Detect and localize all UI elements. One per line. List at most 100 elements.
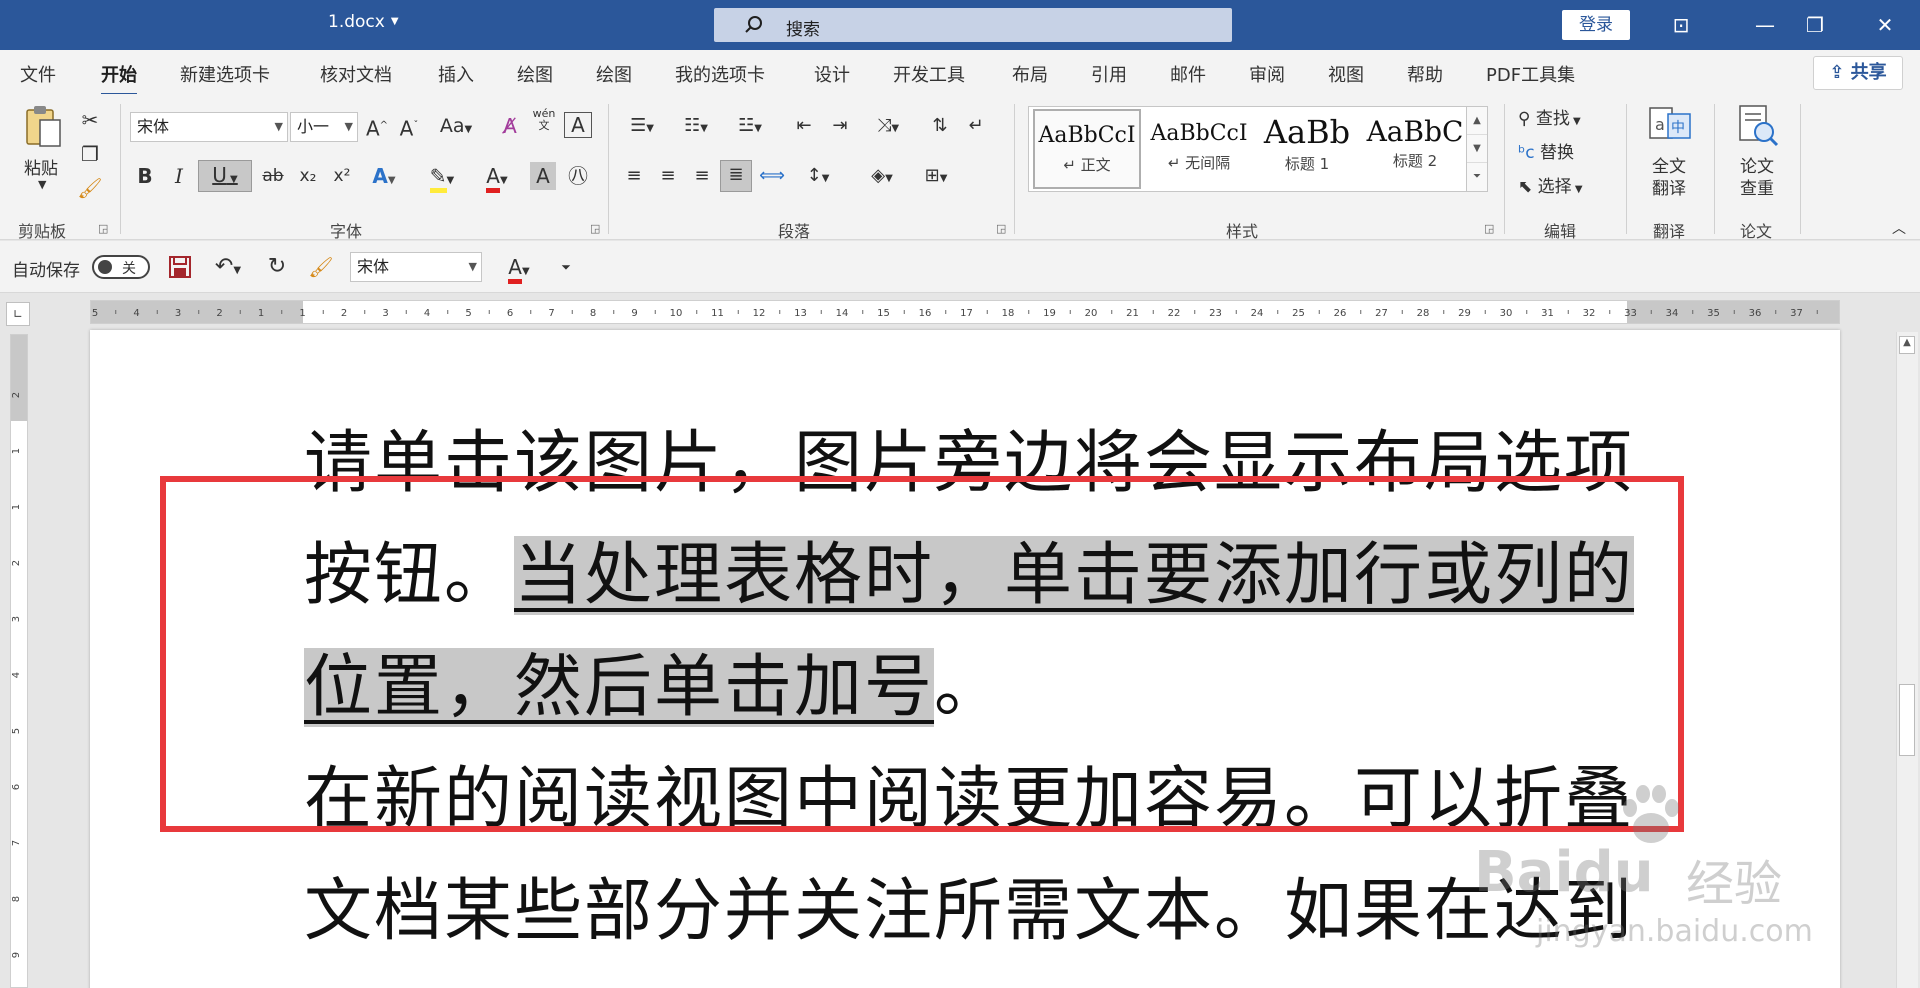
tab-design[interactable]: 设计 — [814, 61, 850, 87]
paste-icon[interactable] — [24, 104, 64, 150]
format-painter-icon[interactable]: 🖌 — [306, 253, 336, 281]
change-case-icon[interactable]: Aa▼ — [436, 112, 476, 140]
scroll-thumb[interactable] — [1899, 684, 1915, 756]
distributed-icon[interactable]: ⟺ — [758, 162, 786, 190]
tab-insert[interactable]: 插入 — [438, 61, 474, 87]
style-heading-1[interactable]: AaBb 标题 1 — [1253, 109, 1361, 189]
qat-font-dropdown[interactable]: 宋体 ▼ — [350, 252, 482, 282]
tab-draw-1[interactable]: 绘图 — [517, 61, 553, 87]
vertical-scrollbar[interactable]: ▲ — [1896, 332, 1918, 988]
highlight-color-icon[interactable]: ✎▼ — [418, 162, 466, 193]
styles-more-icon[interactable]: ⏷ — [1467, 163, 1487, 191]
text-effects-icon[interactable]: A▼ — [364, 162, 404, 190]
tab-selector-icon[interactable]: ∟ — [6, 302, 30, 326]
style-normal[interactable]: AaBbCcI ↵ 正文 — [1033, 109, 1141, 189]
redo-icon[interactable]: ↻ — [262, 253, 292, 281]
paste-chevron-icon[interactable]: ▼ — [38, 178, 46, 191]
align-left-icon[interactable]: ≡ — [620, 162, 648, 190]
document-title[interactable]: 1.docx ▼ — [328, 12, 399, 32]
borders-icon[interactable]: ⊞▼ — [914, 162, 958, 190]
tab-references[interactable]: 引用 — [1091, 61, 1127, 87]
ribbon-display-options-icon[interactable]: ⊡ — [1666, 10, 1696, 40]
paste-label[interactable]: 粘贴 — [24, 154, 58, 179]
tab-help[interactable]: 帮助 — [1407, 61, 1443, 87]
shading-icon[interactable]: ◈▼ — [860, 162, 904, 190]
style-heading-2[interactable]: AaBbC 标题 2 — [1361, 109, 1469, 189]
close-icon[interactable]: ✕ — [1870, 10, 1900, 40]
horizontal-ruler[interactable]: 5 4 3 2 1 1 2 3 4 5 6 7 8 9 10 11 12 13 14 15 16 17 18 19 20 21 22… — [90, 300, 1840, 324]
align-right-icon[interactable]: ≡ — [688, 162, 716, 190]
italic-button[interactable]: I — [166, 162, 192, 190]
tab-home[interactable]: 开始 — [101, 61, 137, 96]
font-color-icon[interactable]: A▼ — [474, 162, 520, 193]
underline-button[interactable]: U ▼ — [198, 160, 252, 192]
replace-button[interactable]: ᵇc 替换 — [1518, 138, 1574, 163]
qat-font-color-icon[interactable]: A▼ — [496, 253, 542, 284]
character-shading-icon[interactable]: A — [530, 162, 556, 190]
thesis-label-line2[interactable]: 查重 — [1740, 174, 1774, 199]
bullets-icon[interactable]: ☰▼ — [620, 112, 664, 140]
strikethrough-button[interactable]: ab — [258, 162, 288, 190]
align-center-icon[interactable]: ≡ — [654, 162, 682, 190]
sort-icon[interactable]: ⇅ — [926, 112, 954, 140]
format-painter-icon[interactable]: 🖌 — [76, 174, 104, 202]
decrease-indent-icon[interactable]: ⇤ — [790, 112, 818, 140]
tab-draw-2[interactable]: 绘图 — [596, 61, 632, 87]
character-border-icon[interactable]: A — [564, 112, 592, 138]
tab-my-tab[interactable]: 我的选项卡 — [675, 61, 765, 87]
customize-qat-icon[interactable]: ⏷ — [556, 253, 576, 281]
select-button[interactable]: ⬉ 选择 ▼ — [1518, 172, 1583, 197]
subscript-button[interactable]: x₂ — [294, 162, 322, 190]
show-marks-icon[interactable]: ↵ — [962, 112, 990, 140]
font-launcher-icon[interactable]: ◲ — [590, 222, 600, 235]
undo-icon[interactable]: ↶▼ — [208, 253, 248, 281]
clipboard-launcher-icon[interactable]: ◲ — [98, 222, 108, 235]
style-no-spacing[interactable]: AaBbCcI ↵ 无间隔 — [1145, 109, 1253, 189]
login-button[interactable]: 登录 — [1562, 10, 1630, 40]
vertical-ruler[interactable]: 2 1 1 2 3 4 5 6 7 8 9 — [10, 334, 28, 988]
multilevel-list-icon[interactable]: ☳▼ — [728, 112, 772, 140]
font-name-dropdown[interactable]: 宋体 ▼ — [130, 112, 288, 142]
autosave-toggle[interactable]: 关 — [92, 255, 150, 279]
font-size-dropdown[interactable]: 小一 ▼ — [290, 112, 358, 142]
numbering-icon[interactable]: ☷▼ — [674, 112, 718, 140]
scroll-up-icon[interactable]: ▲ — [1899, 336, 1915, 354]
find-button[interactable]: ⚲ 查找 ▼ — [1518, 104, 1581, 129]
enclose-characters-icon[interactable]: ㊇ — [564, 162, 592, 190]
justify-icon[interactable]: ≣ — [720, 160, 752, 192]
tab-mailings[interactable]: 邮件 — [1170, 61, 1206, 87]
grow-font-icon[interactable]: A^ — [364, 112, 390, 141]
copy-icon[interactable]: ❐ — [76, 140, 104, 168]
tab-new-tab[interactable]: 新建选项卡 — [180, 61, 270, 87]
styles-scroll-down-icon[interactable]: ▼ — [1467, 135, 1487, 163]
cut-icon[interactable]: ✂ — [76, 106, 104, 134]
tab-review-doc[interactable]: 核对文档 — [320, 61, 392, 87]
phonetic-guide-icon[interactable]: wén 文 — [530, 108, 558, 136]
translate-label-line2[interactable]: 翻译 — [1652, 174, 1686, 199]
tab-file[interactable]: 文件 — [20, 61, 56, 87]
search-box[interactable]: 搜索 — [714, 8, 1232, 42]
collapse-ribbon-icon[interactable]: ︿ — [1892, 218, 1906, 238]
tab-developer[interactable]: 开发工具 — [893, 61, 965, 87]
save-icon[interactable] — [168, 255, 192, 279]
translate-icon[interactable]: a 中 — [1648, 106, 1692, 146]
baidu-watermark: Baidu 经验 jingyan.baidu.com — [1466, 780, 1826, 960]
tab-review[interactable]: 审阅 — [1249, 61, 1285, 87]
chinese-layout-icon[interactable]: ⤨▼ — [866, 112, 910, 140]
restore-icon[interactable]: ❐ — [1800, 10, 1830, 40]
minimize-icon[interactable]: — — [1750, 10, 1780, 40]
increase-indent-icon[interactable]: ⇥ — [826, 112, 854, 140]
share-button[interactable]: ⇪ 共享 — [1813, 56, 1903, 90]
tab-layout[interactable]: 布局 — [1012, 61, 1048, 87]
line-spacing-icon[interactable]: ↕▼ — [796, 162, 840, 190]
tab-pdf-tools[interactable]: PDF工具集 — [1486, 61, 1575, 87]
superscript-button[interactable]: x² — [328, 162, 356, 190]
paragraph-launcher-icon[interactable]: ◲ — [996, 222, 1006, 235]
bold-button[interactable]: B — [132, 162, 158, 190]
tab-view[interactable]: 视图 — [1328, 61, 1364, 87]
thesis-check-icon[interactable] — [1736, 104, 1780, 148]
styles-launcher-icon[interactable]: ◲ — [1484, 222, 1494, 235]
clear-formatting-icon[interactable]: A̸ — [496, 112, 524, 140]
shrink-font-icon[interactable]: Aˇ — [396, 112, 422, 141]
styles-scroll-up-icon[interactable]: ▲ — [1467, 107, 1487, 135]
